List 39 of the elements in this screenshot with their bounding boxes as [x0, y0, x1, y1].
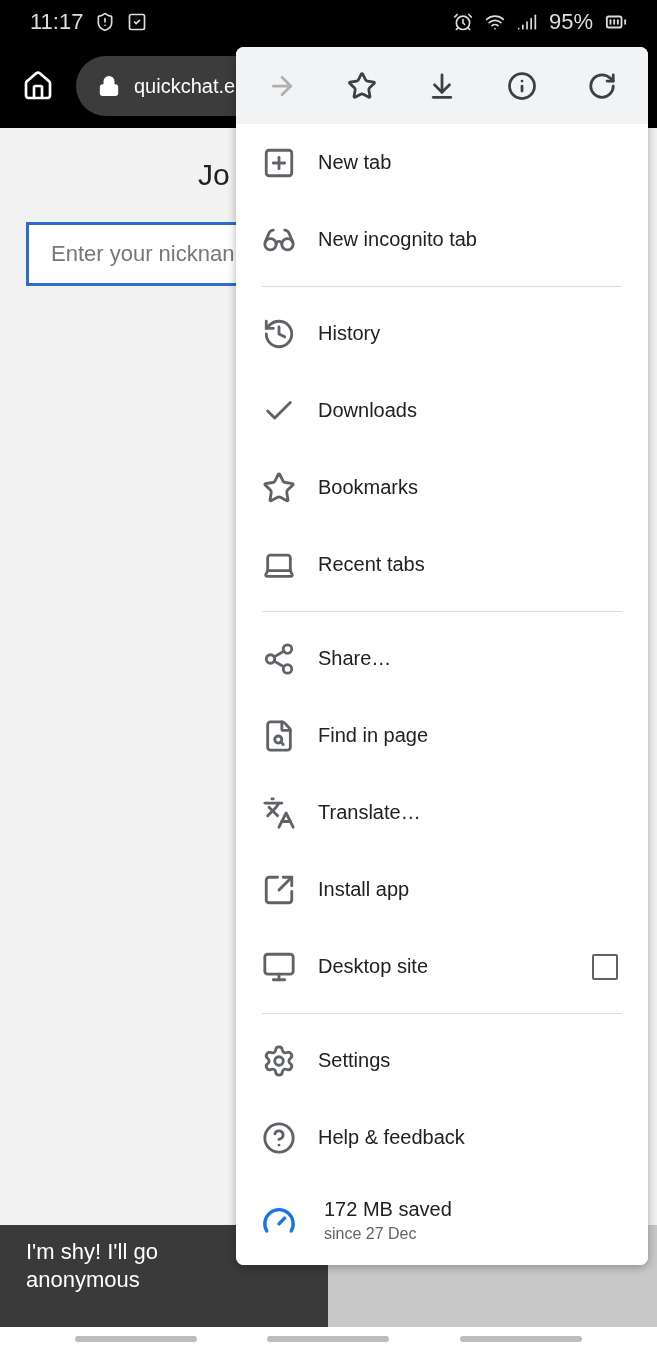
page-title: Jo — [198, 158, 230, 192]
menu-item[interactable]: Find in page — [236, 697, 648, 774]
nav-handle[interactable] — [75, 1335, 198, 1342]
url-text: quickchat.e — [134, 74, 236, 98]
menu-item[interactable]: Bookmarks — [236, 449, 648, 526]
menu-item[interactable]: Settings — [236, 1022, 648, 1099]
menu-item[interactable]: New incognito tab — [236, 201, 648, 278]
signal-icon — [516, 12, 537, 32]
info-icon — [507, 70, 537, 101]
battery-percentage: 95% — [548, 9, 593, 35]
wifi-icon — [484, 12, 505, 32]
star-icon — [347, 70, 377, 101]
desktop-site-checkbox[interactable] — [592, 953, 618, 980]
status-time: 11:17 — [30, 9, 84, 35]
menu-item[interactable]: Recent tabs — [236, 526, 648, 603]
alarm-icon — [452, 12, 473, 32]
reload-icon — [587, 70, 617, 101]
menu-item[interactable]: Help & feedback — [236, 1099, 648, 1176]
menu-item[interactable]: Downloads — [236, 372, 648, 449]
settings-icon — [262, 1043, 296, 1078]
menu-item[interactable]: Desktop site — [236, 928, 648, 1005]
menu-item[interactable]: New tab — [236, 124, 648, 201]
menu-item[interactable]: Install app — [236, 851, 648, 928]
nav-handle[interactable] — [267, 1335, 390, 1342]
help-icon — [262, 1120, 296, 1155]
checkbox-icon — [127, 12, 148, 32]
nav-handle[interactable] — [459, 1335, 582, 1342]
menu-item-label: Desktop site — [318, 955, 429, 978]
translate-icon — [262, 795, 296, 830]
saved-amount: 172 MB saved — [324, 1198, 452, 1221]
shield-icon — [95, 12, 116, 32]
menu-item[interactable]: History — [236, 295, 648, 372]
menu-item[interactable]: Share… — [236, 620, 648, 697]
share-icon — [262, 641, 296, 676]
home-icon[interactable] — [22, 70, 54, 102]
data-saver-item[interactable]: 172 MB saved since 27 Dec — [236, 1176, 648, 1265]
star-icon — [262, 470, 296, 505]
lock-icon — [98, 75, 120, 97]
menu-item[interactable]: Translate… — [236, 774, 648, 851]
